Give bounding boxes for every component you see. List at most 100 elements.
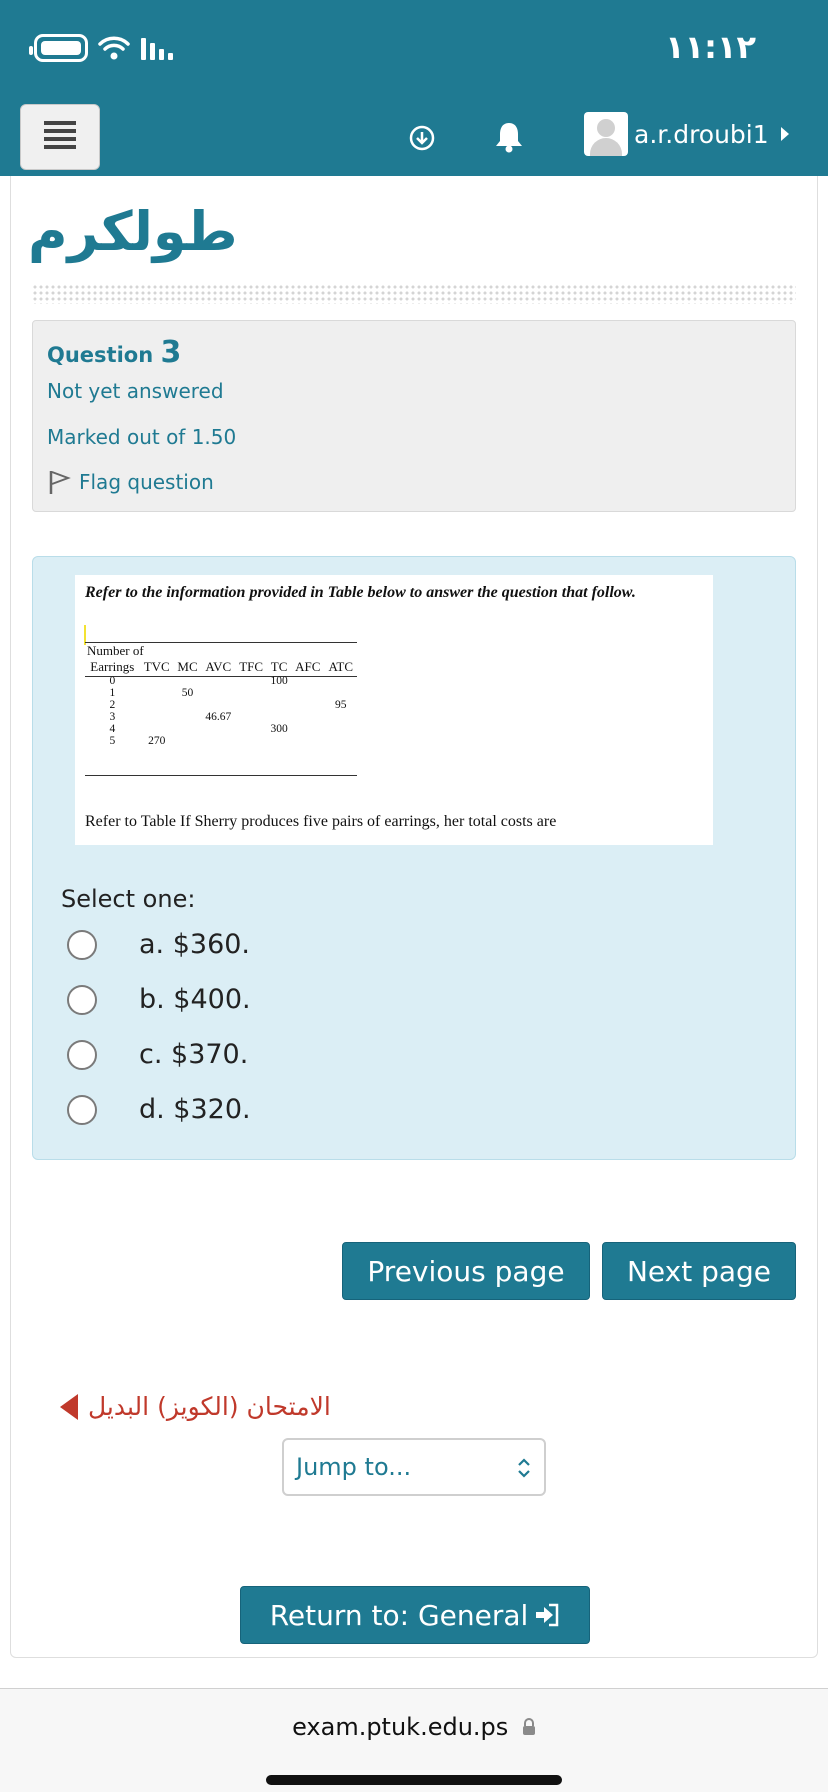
browser-bottom-bar: exam.ptuk.edu.ps — [0, 1688, 828, 1792]
table-rule-bottom — [85, 775, 357, 776]
course-title: طولكرم — [28, 200, 238, 263]
table-cell: 2 — [109, 699, 116, 711]
table-cell — [267, 711, 291, 723]
table-header-col: AFC — [295, 659, 321, 674]
battery-icon — [29, 34, 88, 62]
hamburger-icon — [44, 121, 76, 149]
table-cell: 100 — [270, 675, 288, 687]
table-cell — [324, 687, 357, 699]
radio-button[interactable] — [67, 929, 97, 960]
table-cell: 300 — [270, 723, 288, 735]
table-cell — [324, 723, 357, 735]
home-indicator[interactable] — [266, 1775, 562, 1785]
table-cell: 46.67 — [205, 711, 232, 723]
table-cell — [174, 675, 202, 687]
download-icon[interactable] — [408, 124, 436, 156]
table-cell — [267, 699, 291, 711]
caret-right-icon — [780, 127, 789, 141]
radio-button[interactable] — [67, 1039, 97, 1070]
answer-option-c[interactable]: c. $370. — [67, 1039, 248, 1070]
table-header-col: TFC — [239, 659, 264, 674]
question-number: 3 — [160, 335, 182, 370]
table-row: 0 100 — [85, 675, 357, 687]
option-label: c. $370. — [139, 1039, 249, 1070]
wifi-icon — [98, 35, 130, 61]
flag-question-label: Flag question — [79, 470, 214, 494]
url-bar[interactable]: exam.ptuk.edu.ps — [0, 1713, 828, 1741]
radio-button[interactable] — [67, 1094, 97, 1125]
table-cell — [201, 687, 235, 699]
table-cell — [291, 735, 324, 747]
table-row: 1 50 — [85, 687, 357, 699]
return-label: Return to: General — [269, 1598, 529, 1632]
question-text: Refer to Table If Sherry produces five p… — [85, 813, 557, 830]
previous-activity-link[interactable]: الامتحان (الكويز) البديل — [60, 1392, 331, 1421]
table-cell — [140, 723, 174, 735]
triangle-left-icon — [60, 1393, 78, 1420]
answer-option-d[interactable]: d. $320. — [67, 1094, 251, 1125]
lock-icon — [522, 1718, 535, 1735]
flag-question[interactable]: Flag question — [47, 469, 214, 495]
table-cell — [174, 711, 202, 723]
jump-to-label: Jump to... — [296, 1453, 412, 1481]
table-cell — [174, 723, 202, 735]
menu-button[interactable] — [20, 104, 100, 170]
table-cell — [140, 687, 174, 699]
select-arrows-icon — [518, 1458, 530, 1478]
table-header-number-of: Number of — [87, 643, 144, 658]
username: a.r.droubi1 — [634, 119, 769, 149]
table-cell: 95 — [334, 699, 347, 711]
table-cell — [291, 687, 324, 699]
jump-to-select[interactable]: Jump to... — [282, 1438, 546, 1496]
top-bar: ١١:١٢ a.r.droubi1 — [0, 0, 828, 176]
table-cell: 1 — [109, 687, 116, 699]
user-menu[interactable]: a.r.droubi1 — [584, 112, 789, 156]
table-row: 2 95 — [85, 699, 357, 711]
avatar — [584, 112, 628, 156]
next-page-button[interactable]: Next page — [602, 1242, 796, 1300]
question-image: Refer to the information provided in Tab… — [75, 575, 713, 845]
table-cell: 3 — [109, 711, 116, 723]
table-cell — [235, 735, 267, 747]
table-cell — [140, 675, 174, 687]
table-cell: 270 — [148, 735, 166, 747]
return-to-general-button[interactable]: Return to: General — [240, 1586, 590, 1644]
question-info: Question 3 Not yet answered Marked out o… — [32, 320, 796, 512]
table-cell — [201, 699, 235, 711]
table-cell — [324, 711, 357, 723]
radio-button[interactable] — [67, 984, 97, 1015]
flag-icon — [49, 471, 71, 494]
table-cell — [235, 699, 267, 711]
table-cell — [235, 723, 267, 735]
previous-page-button[interactable]: Previous page — [342, 1242, 590, 1300]
table-cell — [267, 687, 291, 699]
table-row: 3 46.67 — [85, 711, 357, 723]
bell-icon[interactable] — [492, 120, 526, 158]
page: ١١:١٢ a.r.droubi1 طولكرم Question 3 Not … — [0, 0, 828, 1792]
question-state: Not yet answered — [47, 379, 224, 403]
table-cell — [140, 699, 174, 711]
answer-option-b[interactable]: b. $400. — [67, 984, 251, 1015]
table-row: 4 300 — [85, 723, 357, 735]
cost-table: Number of Earrings TVC MC AVC TFC TC AFC… — [85, 643, 357, 747]
select-one-label: Select one: — [61, 885, 196, 913]
question-content: Refer to the information provided in Tab… — [32, 556, 796, 1160]
question-label: Question 3 — [47, 335, 181, 370]
answer-option-a[interactable]: a. $360. — [67, 929, 250, 960]
previous-activity-label: الامتحان (الكويز) البديل — [88, 1392, 331, 1421]
table-cell: 4 — [109, 723, 116, 735]
table-cell: 5 — [109, 735, 116, 747]
table-cell — [140, 711, 174, 723]
table-cell — [324, 675, 357, 687]
table-cell — [291, 675, 324, 687]
table-cell — [201, 723, 235, 735]
table-cell — [235, 675, 267, 687]
table-cell — [174, 735, 202, 747]
status-time: ١١:١٢ — [665, 28, 756, 66]
table-cell — [291, 699, 324, 711]
table-header-col: AVC — [205, 659, 232, 674]
table-row: 5 270 — [85, 735, 357, 747]
table-cell — [291, 723, 324, 735]
url-text: exam.ptuk.edu.ps — [292, 1713, 509, 1741]
table-header-col: TVC — [143, 659, 170, 674]
